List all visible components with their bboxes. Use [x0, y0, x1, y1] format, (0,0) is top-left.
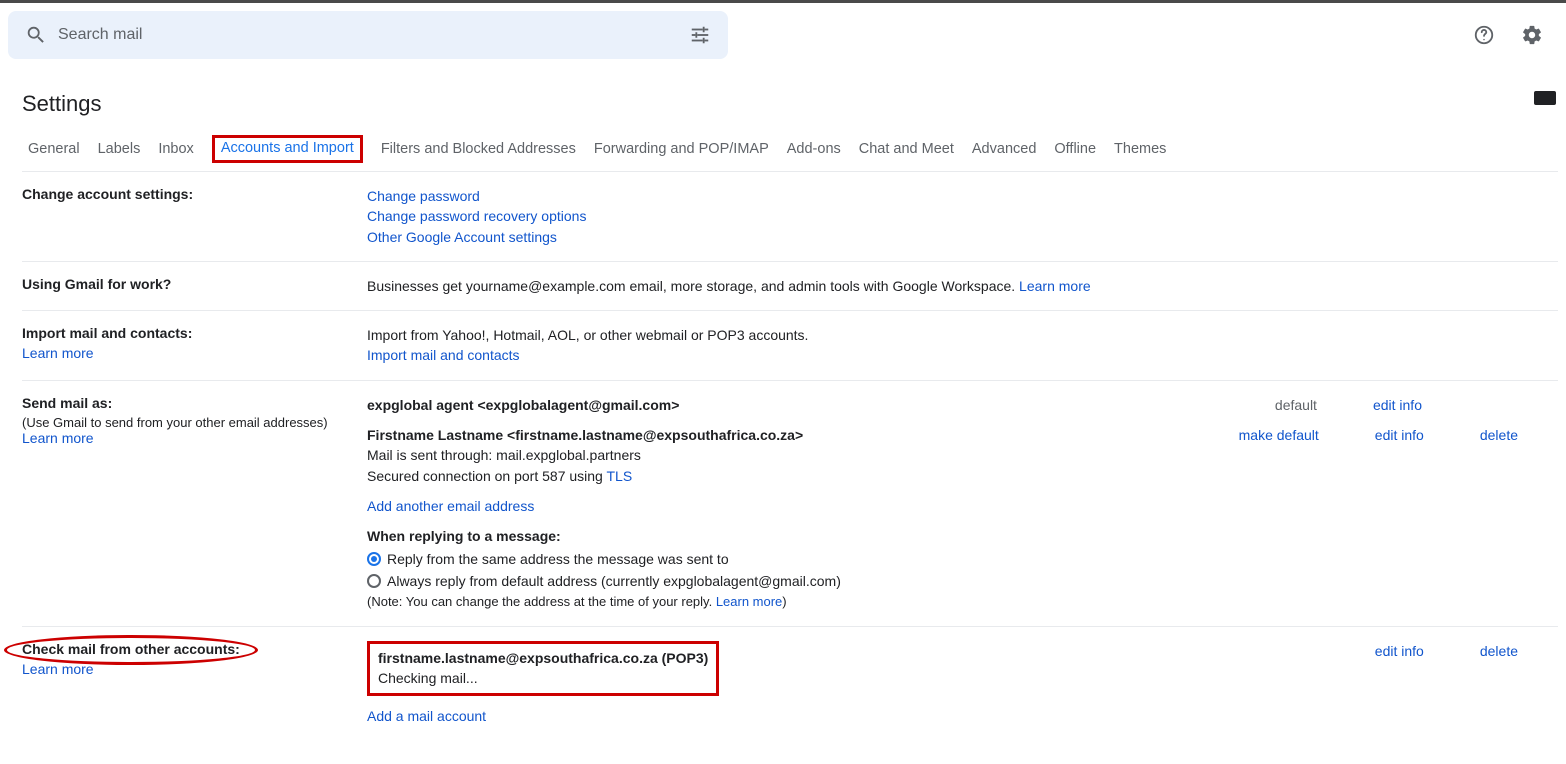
reply-default-label: Always reply from default address (curre… [387, 571, 841, 591]
import-mail-text: Import from Yahoo!, Hotmail, AOL, or oth… [367, 325, 1558, 345]
search-input[interactable] [56, 25, 680, 45]
page-title: Settings [22, 91, 1558, 117]
gmail-work-learn-more[interactable]: Learn more [1019, 278, 1091, 294]
tab-addons[interactable]: Add-ons [787, 135, 841, 163]
reply-note-b: ) [782, 594, 786, 609]
keyboard-input-indicator[interactable] [1534, 91, 1556, 105]
reply-same-radio[interactable] [367, 552, 381, 566]
tab-offline[interactable]: Offline [1054, 135, 1096, 163]
tab-general[interactable]: General [28, 135, 80, 163]
send-mail-as-subtext: (Use Gmail to send from your other email… [22, 415, 347, 430]
change-recovery-link[interactable]: Change password recovery options [367, 208, 586, 224]
reply-same-label: Reply from the same address the message … [387, 549, 729, 569]
tab-accounts-import[interactable]: Accounts and Import [212, 135, 363, 163]
reply-note-learn-more[interactable]: Learn more [716, 594, 782, 609]
tab-inbox[interactable]: Inbox [158, 135, 193, 163]
send-as-2-secured: Secured connection on port 587 using [367, 468, 606, 484]
search-box[interactable] [8, 11, 728, 59]
when-replying-heading: When replying to a message: [367, 526, 1558, 546]
tab-chat-meet[interactable]: Chat and Meet [859, 135, 954, 163]
send-as-2-sent-through: Mail is sent through: mail.expglobal.par… [367, 445, 803, 465]
tab-filters[interactable]: Filters and Blocked Addresses [381, 135, 576, 163]
change-account-heading: Change account settings: [22, 186, 347, 202]
tab-forwarding[interactable]: Forwarding and POP/IMAP [594, 135, 769, 163]
send-as-2-make-default[interactable]: make default [1239, 425, 1319, 445]
add-another-email-link[interactable]: Add another email address [367, 498, 534, 514]
settings-tabs: General Labels Inbox Accounts and Import… [22, 135, 1558, 163]
import-mail-action[interactable]: Import mail and contacts [367, 347, 520, 363]
send-as-address-1: expglobal agent <expglobalagent@gmail.co… [367, 395, 679, 415]
add-mail-account-link[interactable]: Add a mail account [367, 708, 486, 724]
check-mail-address-1: firstname.lastname@expsouthafrica.co.za … [378, 648, 708, 668]
send-as-1-edit-info[interactable]: edit info [1373, 395, 1422, 415]
reply-note-a: (Note: You can change the address at the… [367, 594, 716, 609]
settings-gear-icon[interactable] [1512, 15, 1552, 55]
check-mail-1-edit-info[interactable]: edit info [1375, 641, 1424, 661]
tab-themes[interactable]: Themes [1114, 135, 1166, 163]
search-options-icon[interactable] [680, 24, 720, 46]
send-as-2-tls-link[interactable]: TLS [606, 468, 632, 484]
help-icon[interactable] [1464, 15, 1504, 55]
send-as-2-delete[interactable]: delete [1480, 425, 1518, 445]
gmail-work-heading: Using Gmail for work? [22, 276, 347, 292]
send-as-address-2: Firstname Lastname <firstname.lastname@e… [367, 425, 803, 445]
reply-default-radio[interactable] [367, 574, 381, 588]
tab-advanced[interactable]: Advanced [972, 135, 1037, 163]
check-mail-status-1: Checking mail... [378, 668, 708, 688]
check-mail-1-delete[interactable]: delete [1480, 641, 1518, 661]
check-mail-heading: Check mail from other accounts: [22, 641, 240, 657]
send-as-2-edit-info[interactable]: edit info [1375, 425, 1424, 445]
import-mail-heading: Import mail and contacts: [22, 325, 347, 341]
send-as-1-default-label: default [1275, 395, 1317, 415]
gmail-work-text: Businesses get yourname@example.com emai… [367, 278, 1019, 294]
import-mail-learn-more[interactable]: Learn more [22, 345, 94, 361]
send-mail-as-heading: Send mail as: [22, 395, 347, 411]
other-account-settings-link[interactable]: Other Google Account settings [367, 229, 557, 245]
search-icon[interactable] [16, 24, 56, 46]
tab-labels[interactable]: Labels [98, 135, 141, 163]
change-password-link[interactable]: Change password [367, 188, 480, 204]
send-mail-as-learn-more[interactable]: Learn more [22, 430, 94, 446]
